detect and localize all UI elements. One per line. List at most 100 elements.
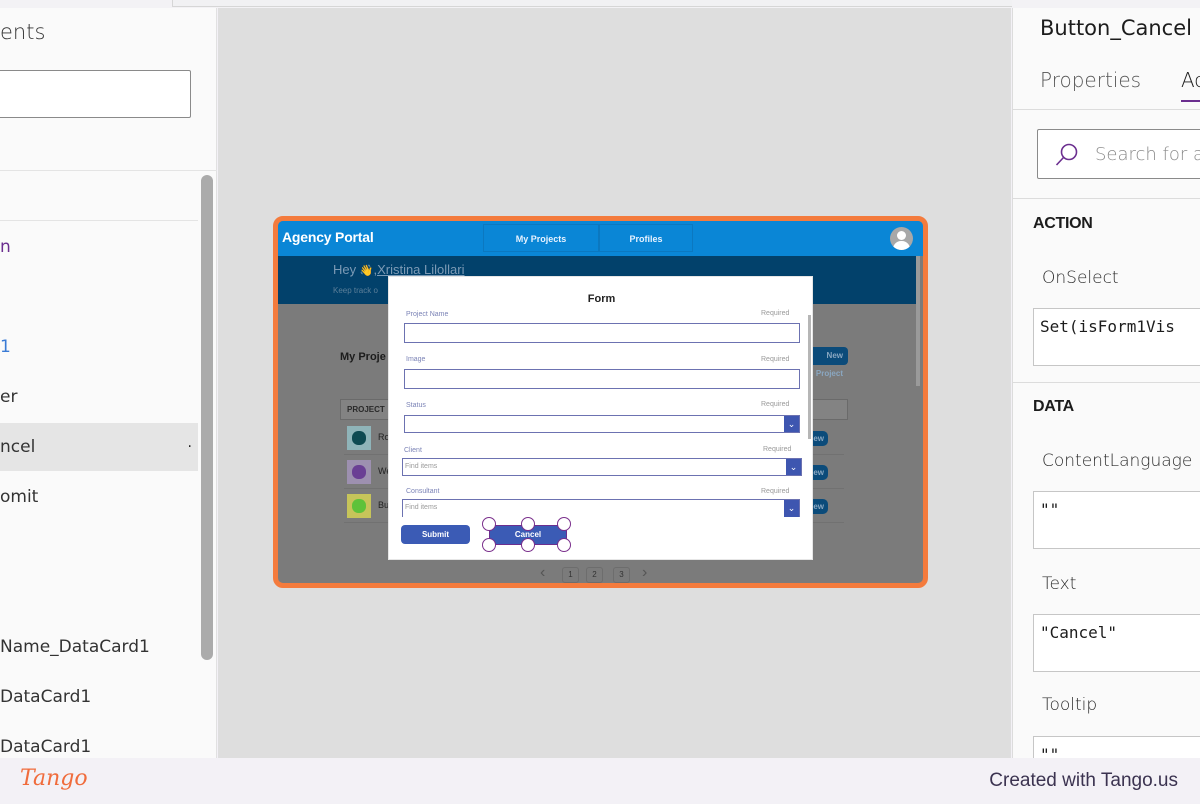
highlighted-app-screen: Agency Portal My Projects Profiles Hey 👋… [273,216,928,588]
required-label: Required [761,356,790,363]
section-action: ACTION [1033,215,1093,232]
tree-item[interactable]: er [0,373,198,421]
project-logo-icon [352,431,366,445]
app-title: Agency Portal [282,229,374,245]
field-label-status: Status [406,402,426,409]
prop-label-text: Text [1042,574,1077,594]
prop-label-contentlanguage: ContentLanguage [1042,451,1193,471]
project-thumbnail [347,426,371,450]
tab-advanced[interactable]: Ac [1181,68,1200,92]
chevron-down-icon[interactable]: ⌄ [784,416,799,432]
section-data: DATA [1033,398,1074,415]
client-combobox[interactable]: Find items ⌄ [402,458,802,476]
tango-logo: Tango [20,766,88,791]
resize-handle[interactable] [557,538,571,552]
app-preview: Agency Portal My Projects Profiles Hey 👋… [278,221,923,583]
chevron-down-icon[interactable]: ⌄ [784,500,799,517]
search-placeholder: Search for a [1095,144,1200,165]
resize-handle[interactable] [482,517,496,531]
tango-footer: Tango Created with Tango.us [0,758,1200,804]
canvas-tab [172,0,1012,7]
tree-item-label: er [0,387,18,407]
tree-item-label: omit [0,487,39,507]
wave-icon: 👋 [359,265,374,277]
image-input[interactable] [404,369,800,389]
form-dialog: Form Project Name Required Image Require… [388,276,813,560]
tree-item[interactable]: n [0,223,198,271]
user-name: ,Xristina Lilollari [373,262,465,277]
app-header: Agency Portal My Projects Profiles [278,221,923,256]
tree-item[interactable]: omit [0,473,198,521]
tree-search-input[interactable] [0,70,191,118]
tree-item[interactable] [0,273,198,321]
page-button[interactable]: 3 [613,567,630,583]
search-icon [1055,143,1078,166]
tree-scrollbar[interactable] [201,175,213,660]
resize-handle[interactable] [521,538,535,552]
divider [1013,109,1200,110]
text-formula-input[interactable]: "Cancel" [1033,614,1200,672]
greeting-text: Hey 👋,Xristina Lilollari [333,262,465,277]
contentlanguage-formula-input[interactable]: "" [1033,491,1200,549]
formula-text: "" [1040,745,1060,758]
tree-item-label: n [0,237,11,257]
required-label: Required [763,446,792,453]
tree-item-button-cancel[interactable]: ncel · [0,423,198,471]
form-title: Form [587,293,616,305]
tooltip-formula-input[interactable]: "" [1033,736,1200,758]
consultant-combobox[interactable]: Find items ⌄ [402,499,800,517]
tree-view-panel: ents n 1 er ncel · omit Name_DataCard1 Da… [0,8,217,758]
divider [1013,198,1200,199]
onselect-formula-input[interactable]: Set(isForm1Vis [1033,308,1200,366]
tree-item[interactable]: DataCard1 [0,673,198,721]
formula-text: Set(isForm1Vis [1040,317,1175,336]
nav-tab-profiles[interactable]: Profiles [599,224,693,252]
section-title: My Proje [340,351,386,363]
page-button[interactable]: 1 [562,567,579,583]
resize-handle[interactable] [521,517,535,531]
prop-label-onselect: OnSelect [1042,268,1119,288]
top-strip [0,0,1200,8]
tree-item-label: Name_DataCard1 [0,637,150,657]
divider [0,220,198,221]
prop-label-tooltip: Tooltip [1042,695,1098,715]
project-thumbnail [347,460,371,484]
project-name-input[interactable] [404,323,800,343]
divider [0,170,217,171]
tree-item[interactable] [0,573,198,621]
tree-item[interactable]: 1 [0,323,198,371]
status-dropdown[interactable]: ⌄ [404,415,800,433]
tree-item-label: 1 [0,337,11,357]
next-page-icon[interactable]: › [642,564,647,582]
required-label: Required [761,401,790,408]
submit-button[interactable]: Submit [401,525,470,544]
tree-item-label: ncel [0,437,36,457]
form-scrollbar[interactable] [808,315,811,439]
formula-text: "" [1040,500,1060,519]
nav-tab-my-projects[interactable]: My Projects [483,224,599,252]
properties-panel: Button_Cancel Properties Ac Search for a… [1012,8,1200,758]
tree-item[interactable] [0,523,198,571]
active-tab-indicator [1181,100,1200,102]
divider [1013,382,1200,383]
prev-page-icon[interactable]: ‹ [540,564,545,582]
more-options-icon[interactable]: · [188,423,192,471]
tree-item-label: DataCard1 [0,687,92,707]
resize-handle[interactable] [482,538,496,552]
tab-properties[interactable]: Properties [1040,68,1141,92]
field-label-image: Image [406,356,426,363]
page-button[interactable]: 2 [586,567,603,583]
field-label-project-name: Project Name [406,311,449,318]
chevron-down-icon[interactable]: ⌄ [786,459,801,475]
panel-title: ents [0,20,46,44]
resize-handle[interactable] [557,517,571,531]
tree-item[interactable]: Name_DataCard1 [0,623,198,671]
greeting-subtitle: Keep track o [333,286,378,295]
formula-text: "Cancel" [1040,623,1118,642]
user-avatar-icon[interactable] [890,227,913,250]
required-label: Required [761,488,790,495]
tree-item-label: DataCard1 [0,737,92,757]
app-scrollbar[interactable] [916,256,920,386]
tango-credit: Created with Tango.us [989,770,1178,791]
property-search-input[interactable]: Search for a [1037,129,1200,179]
